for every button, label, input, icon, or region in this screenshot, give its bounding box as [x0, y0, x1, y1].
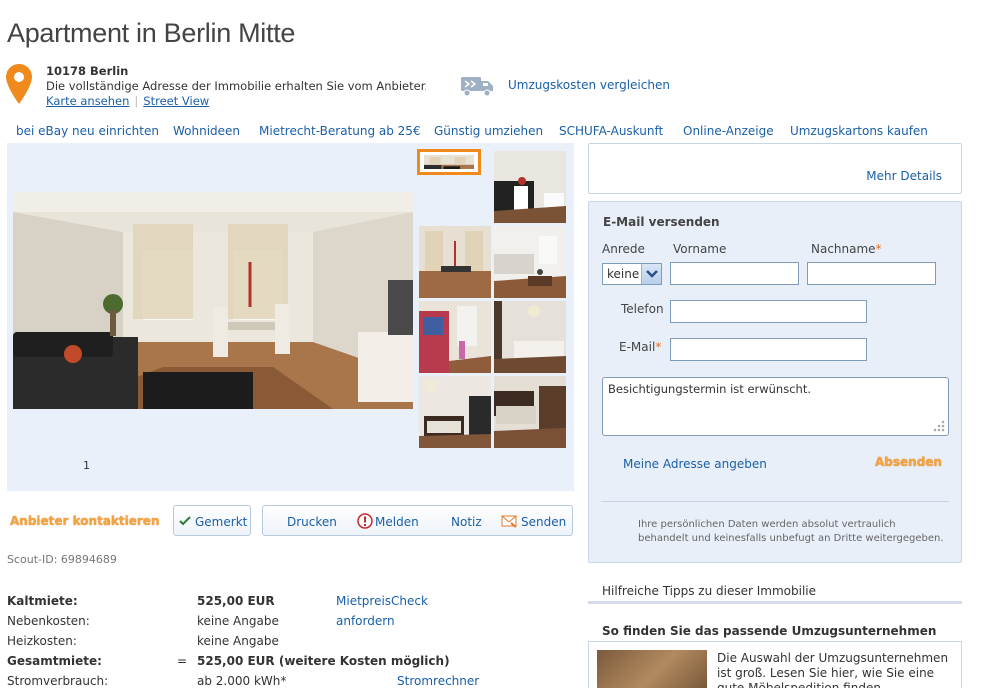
location-pin-icon	[6, 64, 32, 104]
mietpreischeck-link[interactable]: MietpreisCheck anfordern	[336, 591, 428, 631]
message-text: Besichtigungstermin ist erwünscht.	[608, 382, 811, 396]
nebenkosten-label: Nebenkosten:	[7, 614, 90, 628]
thumbnail-4[interactable]	[494, 226, 566, 298]
email-input[interactable]	[670, 338, 867, 361]
mehr-details-link[interactable]: Mehr Details	[866, 169, 942, 183]
scout-id: Scout-ID: 69894689	[7, 553, 117, 566]
map-links: Karte ansehen | Street View	[46, 94, 426, 109]
divider	[601, 501, 949, 502]
contact-form: E-Mail versenden Anrede Vorname Nachname…	[588, 201, 962, 563]
message-textarea[interactable]: Besichtigungstermin ist erwünscht.	[602, 377, 949, 436]
page-title: Apartment in Berlin Mitte	[7, 18, 296, 48]
required-mark: *	[875, 242, 882, 256]
nav-ebay[interactable]: bei eBay neu einrichten	[16, 124, 159, 138]
nachname-input[interactable]	[807, 262, 936, 285]
heizkosten-value: keine Angabe	[197, 634, 279, 648]
email-label-text: E-Mail	[619, 340, 656, 354]
kaltmiete-value: 525,00 EUR	[197, 594, 275, 608]
nav-umzugskartons[interactable]: Umzugskartons kaufen	[790, 124, 928, 138]
tipps-divider	[588, 601, 962, 604]
zip-city: 10178 Berlin	[46, 64, 129, 78]
telefon-input[interactable]	[670, 300, 867, 323]
gesamtmiete-equals: =	[177, 654, 188, 668]
truck-icon	[461, 77, 493, 97]
tipps-heading: Hilfreiche Tipps zu dieser Immobilie	[602, 584, 816, 598]
nav-online-anzeige[interactable]: Online-Anzeige	[683, 124, 774, 138]
gesamtmiete-value: 525,00 EUR (weitere Kosten möglich)	[197, 654, 450, 668]
anrede-selected-value: keine	[607, 267, 640, 281]
thumbnail-3[interactable]	[419, 226, 491, 298]
chevron-down-icon	[646, 270, 658, 278]
thumbnail-5[interactable]	[419, 301, 491, 373]
vorname-input[interactable]	[670, 262, 799, 285]
anrede-select[interactable]: keine	[602, 263, 662, 285]
umzug-teaser-text: Die Auswahl der Umzugsunternehmen ist gr…	[717, 651, 949, 688]
form-title: E-Mail versenden	[603, 215, 720, 229]
thumbnail-6[interactable]	[494, 301, 566, 373]
telefon-label: Telefon	[621, 302, 664, 316]
umzug-heading: So finden Sie das passende Umzugsunterne…	[602, 624, 937, 638]
adresse-angeben-link[interactable]: Meine Adresse angeben	[623, 457, 767, 471]
nachname-label-text: Nachname	[811, 242, 876, 256]
envelope-icon	[501, 515, 517, 528]
umzug-teaser[interactable]: Die Auswahl der Umzugsunternehmen ist gr…	[588, 641, 962, 688]
gemerkt-label: Gemerkt	[195, 515, 248, 529]
required-mark: *	[655, 340, 662, 354]
page: Apartment in Berlin Mitte 10178 Berlin D…	[0, 0, 1006, 688]
absenden-button[interactable]: Absenden	[875, 455, 942, 469]
link-separator: |	[134, 94, 139, 108]
stromrechner-link[interactable]: Stromrechner	[397, 671, 479, 688]
thumbnail-1[interactable]	[417, 149, 481, 175]
melden-button[interactable]: Melden	[375, 515, 419, 529]
anbieter-kontaktieren-link[interactable]: Anbieter kontaktieren	[10, 514, 160, 528]
nav-wohnideen[interactable]: Wohnideen	[173, 124, 240, 138]
nachname-label: Nachname*	[811, 242, 882, 256]
vorname-label: Vorname	[673, 242, 727, 256]
email-label: E-Mail*	[619, 340, 661, 354]
umzug-teaser-image	[597, 650, 707, 688]
thumbnail-8[interactable]	[494, 376, 566, 448]
main-photo[interactable]	[13, 192, 413, 409]
nav-schufa[interactable]: SCHUFA-Auskunft	[559, 124, 663, 138]
details-box: Mehr Details	[588, 143, 962, 194]
thumbnail-2[interactable]	[494, 151, 566, 223]
notiz-button[interactable]: Notiz	[451, 515, 482, 529]
resize-grip-icon[interactable]	[933, 420, 945, 432]
stromverbrauch-label: Stromverbrauch:	[7, 674, 109, 688]
tools-button-group: Drucken Melden Notiz Senden	[262, 505, 573, 536]
nebenkosten-value: keine Angabe	[197, 614, 279, 628]
checkmark-icon	[179, 516, 191, 526]
heizkosten-label: Heizkosten:	[7, 634, 77, 648]
thumbnail-7[interactable]	[419, 376, 491, 448]
gesamtmiete-label: Gesamtmiete:	[7, 654, 102, 668]
drucken-button[interactable]: Drucken	[287, 515, 337, 529]
address-block: 10178 Berlin Die vollständige Adresse de…	[46, 64, 426, 109]
street-view-link[interactable]: Street View	[143, 94, 209, 108]
map-link[interactable]: Karte ansehen	[46, 94, 129, 108]
top-navigation: bei eBay neu einrichten Wohnideen Mietre…	[0, 124, 980, 142]
nav-umziehen[interactable]: Günstig umziehen	[434, 124, 543, 138]
senden-button[interactable]: Senden	[521, 515, 566, 529]
nav-mietrecht[interactable]: Mietrecht-Beratung ab 25€	[259, 124, 421, 138]
photo-counter: 1	[83, 459, 90, 472]
stromverbrauch-value: ab 2.000 kWh*	[197, 674, 287, 688]
umzugskosten-link[interactable]: Umzugskosten vergleichen	[508, 78, 670, 92]
dropdown-arrow	[641, 264, 661, 284]
kaltmiete-label: Kaltmiete:	[7, 594, 78, 608]
anrede-label: Anrede	[602, 242, 645, 256]
action-bar: Anbieter kontaktieren Gemerkt Drucken Me…	[7, 505, 574, 539]
warning-icon	[357, 513, 373, 529]
address-note: Die vollständige Adresse der Immobilie e…	[46, 79, 426, 93]
privacy-note: Ihre persönlichen Daten werden absolut v…	[638, 519, 944, 544]
gemerkt-button[interactable]: Gemerkt	[173, 505, 251, 536]
